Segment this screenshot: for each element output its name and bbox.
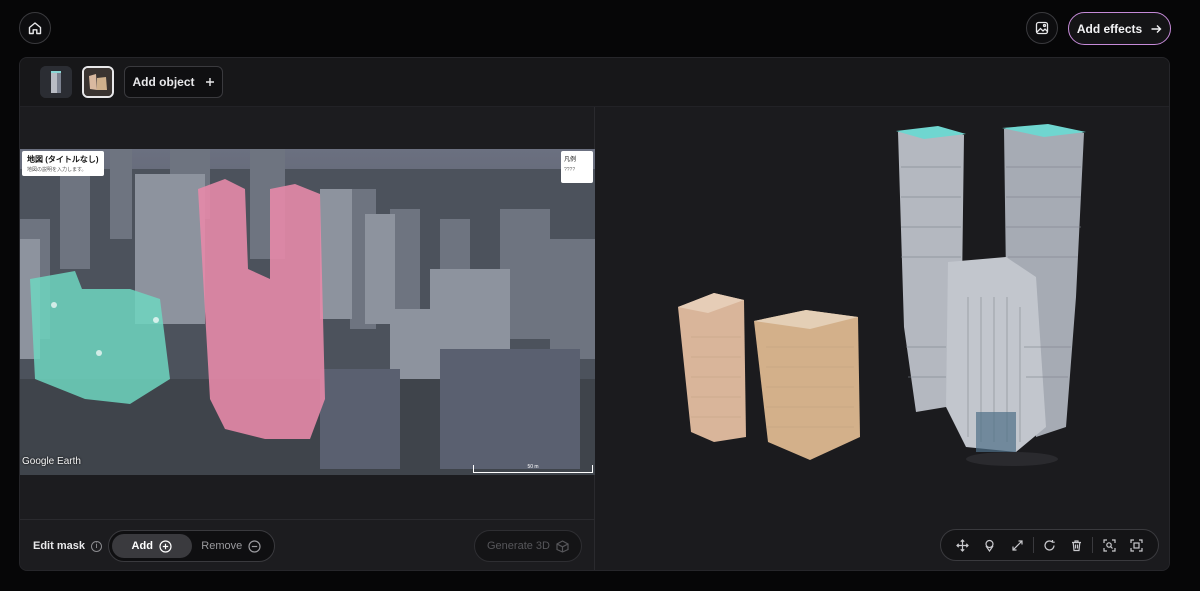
google-earth-attribution: Google Earth <box>22 456 81 467</box>
add-object-button[interactable]: Add object <box>124 66 223 98</box>
add-effects-button[interactable]: Add effects <box>1068 12 1171 45</box>
mask-remove-button[interactable]: Remove <box>192 534 272 558</box>
3d-viewport[interactable] <box>596 107 1169 519</box>
scale-tool[interactable] <box>1004 533 1031 557</box>
minus-circle-icon <box>248 539 261 553</box>
mask-remove-label: Remove <box>201 540 243 552</box>
3d-model-render <box>678 124 1086 466</box>
mask-add-button[interactable]: Add <box>112 534 192 558</box>
source-image[interactable]: 地図 (タイトルなし) 地図の説明を入力します。 凡例 ???? Google … <box>20 149 595 475</box>
map-title-card: 地図 (タイトルなし) 地図の説明を入力します。 <box>22 151 104 176</box>
frame-tool[interactable] <box>1123 533 1150 557</box>
edit-mask-label: Edit mask <box>33 540 85 552</box>
trash-icon <box>1072 539 1082 551</box>
toolbar-divider <box>1092 537 1094 553</box>
mask-mode-toggle: Add Remove <box>108 530 275 562</box>
mask-editor-panel: 地図 (タイトルなし) 地図の説明を入力します。 凡例 ???? Google … <box>20 107 595 570</box>
focus-icon <box>1102 538 1116 552</box>
model-preview-panel <box>596 107 1169 570</box>
aerial-city-image <box>20 149 595 475</box>
scale-icon <box>1012 539 1023 551</box>
building-thumbnail-icon <box>40 66 72 98</box>
material-icon <box>985 539 995 552</box>
frame-icon <box>1130 538 1143 552</box>
move-tool[interactable] <box>949 533 976 557</box>
gallery-button[interactable] <box>1026 12 1058 44</box>
map-subtitle: 地図の説明を入力します。 <box>27 167 87 173</box>
focus-tool[interactable] <box>1095 533 1122 557</box>
rotate-icon <box>1044 539 1055 551</box>
plus-icon <box>205 78 214 86</box>
add-effects-label: Add effects <box>1076 21 1143 36</box>
generate-3d-button[interactable]: Generate 3D <box>474 530 582 562</box>
object-bar: Add object <box>20 58 1169 107</box>
plus-circle-icon <box>159 539 172 553</box>
move-icon <box>956 538 970 552</box>
object-thumbnail-1[interactable] <box>40 66 72 98</box>
building-thumbnail-icon <box>84 68 112 96</box>
map-title: 地図 (タイトルなし) <box>27 155 99 164</box>
rotate-tool[interactable] <box>1036 533 1063 557</box>
edit-mask-heading: Edit mask i <box>33 540 102 552</box>
model-toolbar <box>940 529 1159 561</box>
home-button[interactable] <box>19 12 51 44</box>
add-object-label: Add object <box>132 75 195 89</box>
workspace: Add object 地図 (タイトルなし) 地図の説明を入力します。 凡例 ?… <box>19 57 1170 571</box>
material-tool[interactable] <box>976 533 1003 557</box>
map-scale: 50 m <box>473 465 593 473</box>
info-icon[interactable]: i <box>90 540 102 552</box>
generate-3d-label: Generate 3D <box>487 540 550 552</box>
image-icon <box>1035 21 1049 35</box>
home-icon <box>28 22 42 35</box>
delete-tool[interactable] <box>1063 533 1090 557</box>
arrow-right-icon <box>1151 24 1162 33</box>
object-thumbnail-2[interactable] <box>82 66 114 98</box>
legend-title: 凡例 <box>564 157 577 163</box>
mask-add-label: Add <box>131 540 153 552</box>
map-legend: 凡例 ???? <box>561 151 593 183</box>
edit-mask-bar: Edit mask i Add Remove Generate 3D <box>20 519 595 570</box>
cube-icon <box>556 539 569 553</box>
toolbar-divider <box>1032 537 1034 553</box>
legend-item: ???? <box>564 167 576 173</box>
